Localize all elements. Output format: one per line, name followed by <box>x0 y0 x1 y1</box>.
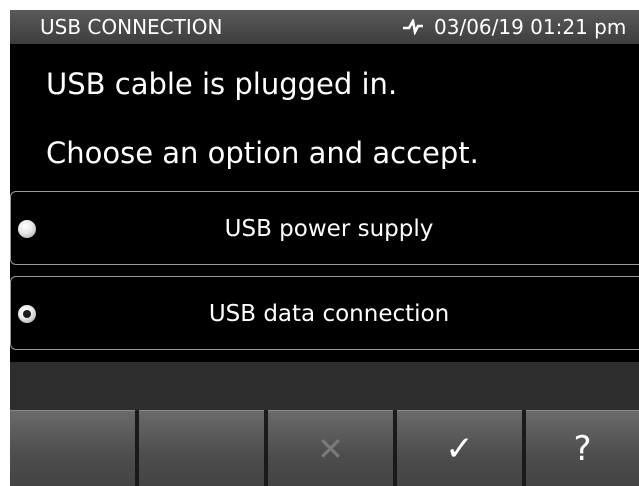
status-strip <box>10 362 639 410</box>
option-label: USB data connection <box>208 301 450 327</box>
softkey-2[interactable] <box>139 410 264 486</box>
softkey-1[interactable] <box>10 410 135 486</box>
option-usb-data-connection[interactable]: USB data connection <box>10 276 639 350</box>
softkey-bar: ✕ ✓ ? <box>10 410 639 486</box>
status-area: 03/06/19 01:21 pm <box>402 10 626 44</box>
message-line-2: Choose an option and accept. <box>46 136 479 170</box>
option-label: USB power supply <box>224 216 434 242</box>
cancel-button[interactable]: ✕ <box>268 410 393 486</box>
device-screen: USB CONNECTION 03/06/19 01:21 pm USB cab… <box>10 10 639 486</box>
power-plug-icon <box>403 18 423 35</box>
accept-icon: ✓ <box>445 429 474 469</box>
help-button[interactable]: ? <box>526 410 639 486</box>
cancel-icon: ✕ <box>317 430 344 468</box>
title-bar: USB CONNECTION 03/06/19 01:21 pm <box>10 10 639 44</box>
accept-button[interactable]: ✓ <box>397 410 522 486</box>
option-usb-power-supply[interactable]: USB power supply <box>10 191 639 265</box>
datetime-label: 03/06/19 01:21 pm <box>434 15 627 39</box>
message-line-1: USB cable is plugged in. <box>46 67 398 101</box>
help-icon: ? <box>573 429 592 469</box>
screen-title: USB CONNECTION <box>40 15 223 39</box>
